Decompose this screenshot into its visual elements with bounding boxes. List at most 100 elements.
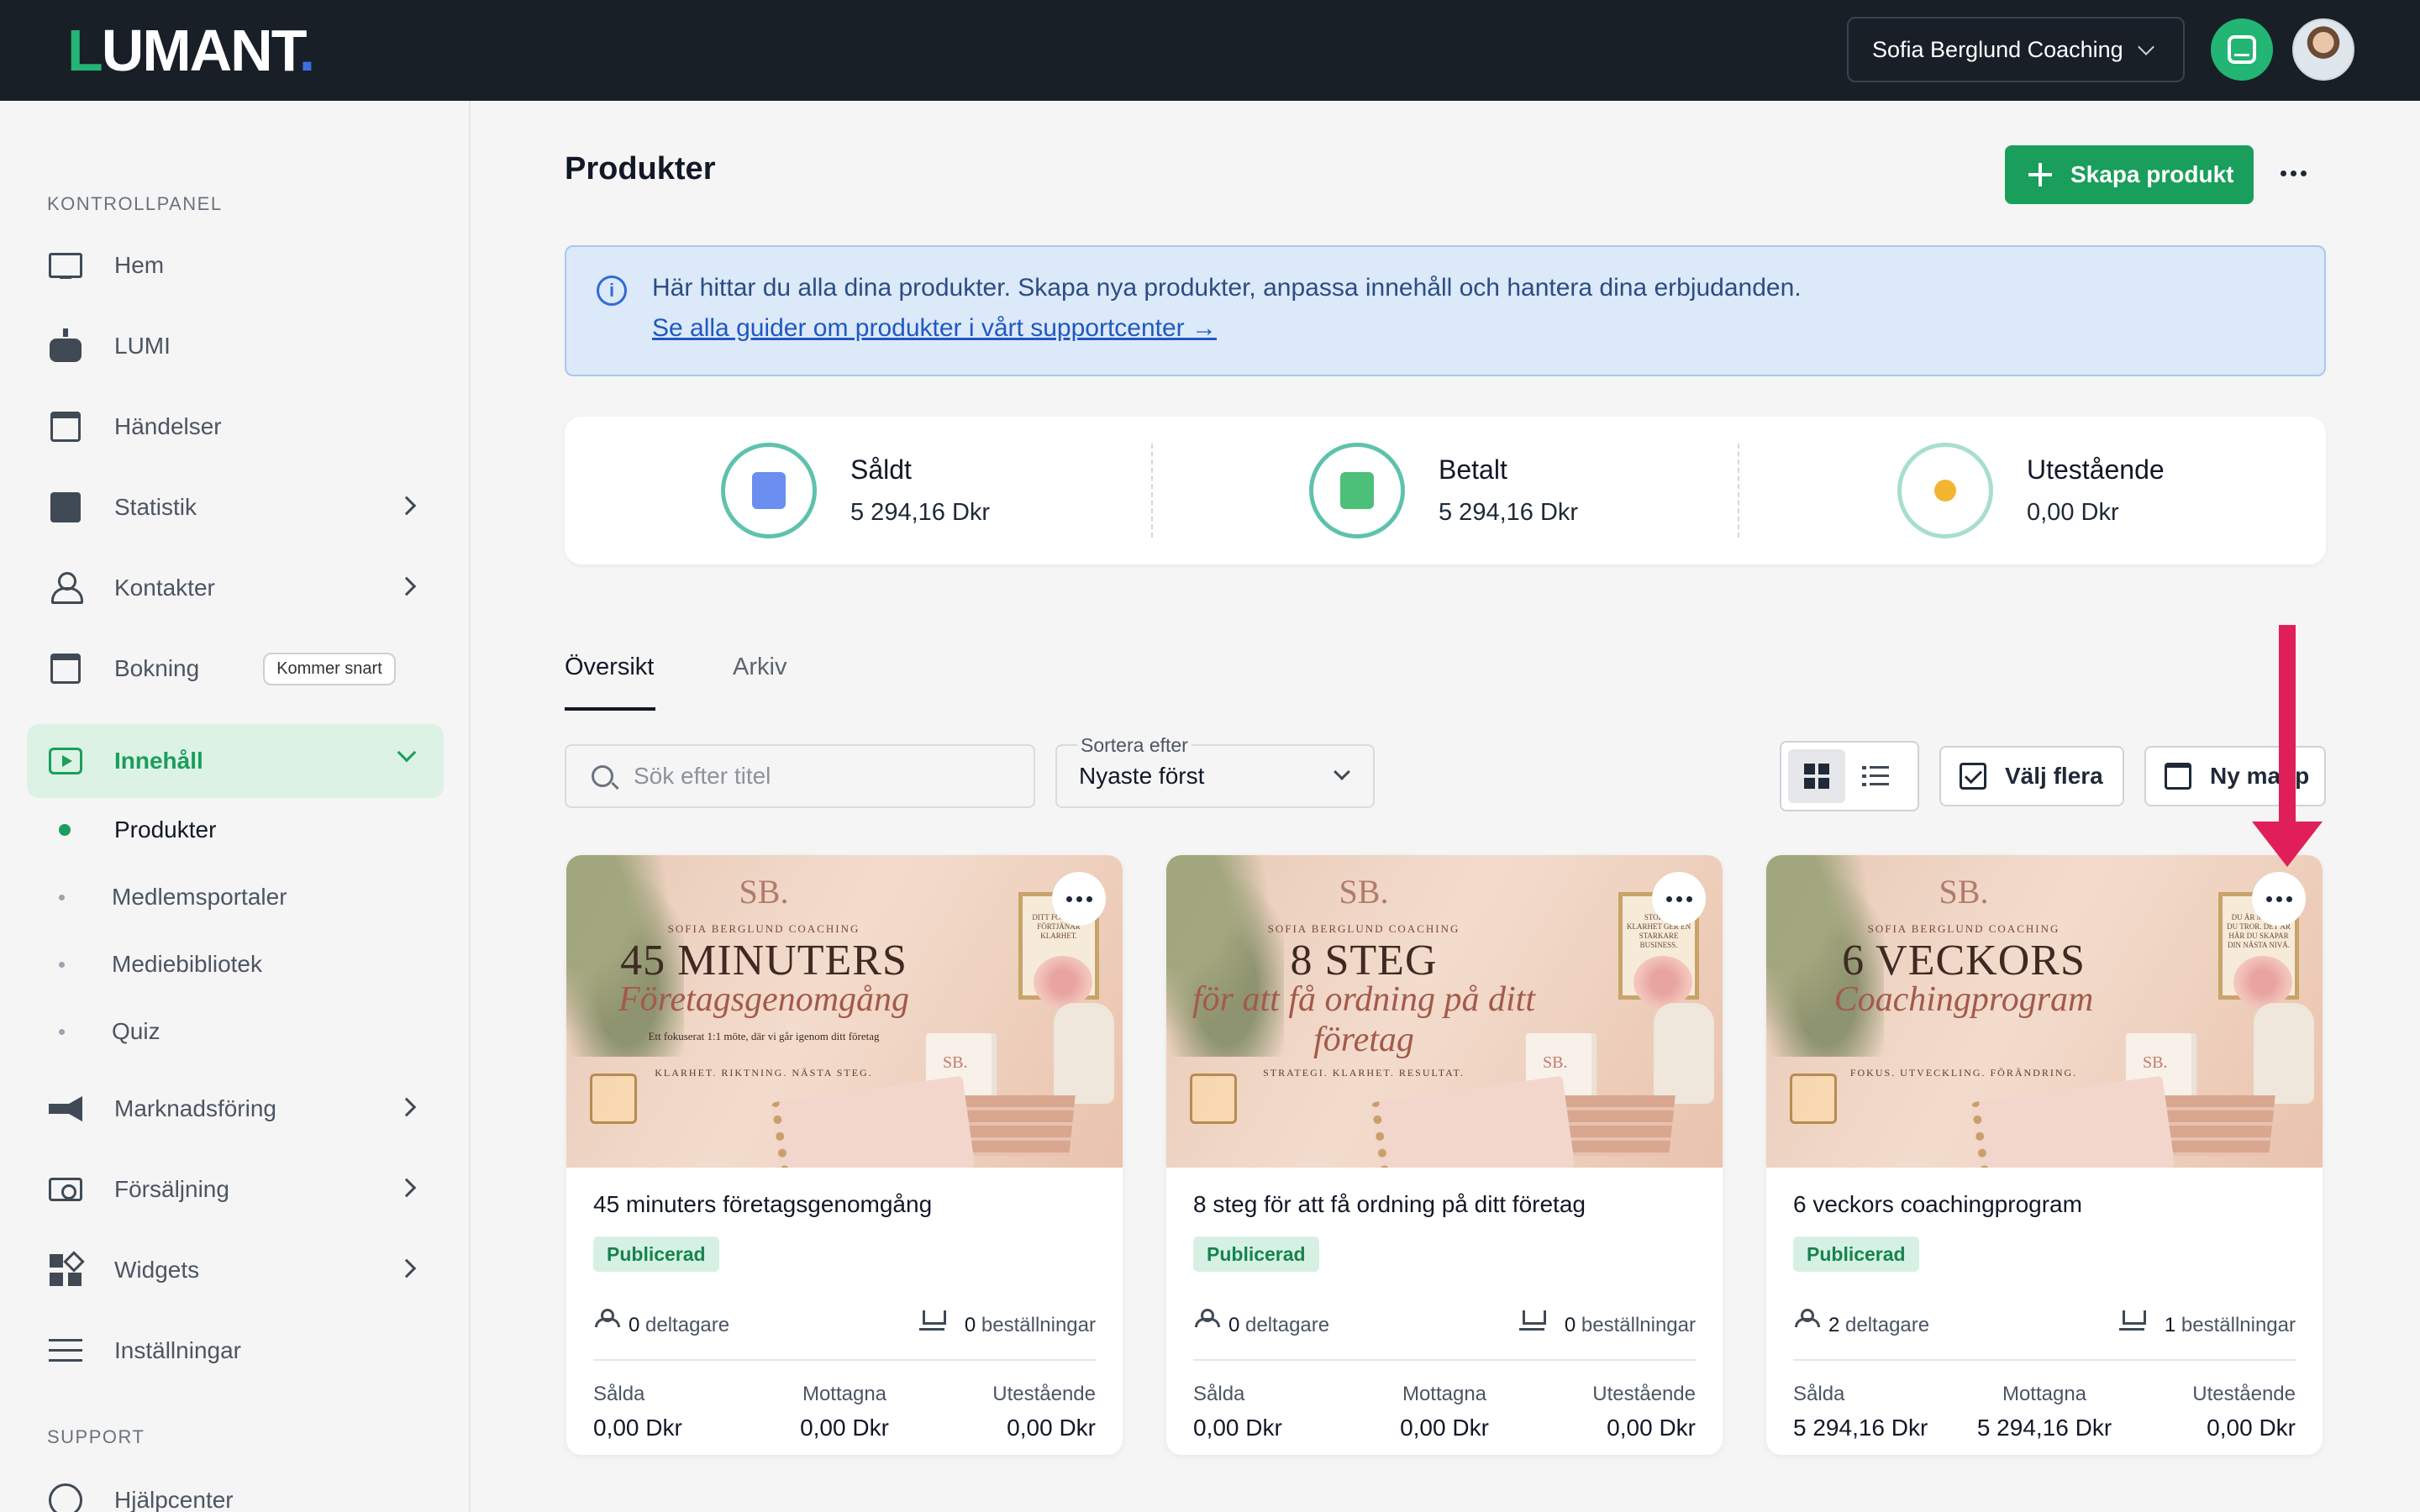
product-card[interactable]: SB. SOFIA BERGLUND COACHING 8 STEG för a… (1166, 855, 1723, 1455)
sidebar-item-label: Försäljning (114, 1176, 229, 1202)
sidebar-subitem-medlemsportaler[interactable]: Medlemsportaler (59, 884, 287, 911)
new-folder-button[interactable]: Ny mapp (2144, 746, 2326, 806)
vase-decoration (1654, 1003, 1714, 1104)
user-icon (45, 568, 86, 608)
card-more-button[interactable] (1652, 872, 1706, 926)
sidebar-item-hem[interactable]: Hem (27, 228, 444, 302)
list-view-button[interactable] (1862, 764, 1889, 788)
search-input[interactable] (634, 763, 1003, 790)
robot-icon (45, 326, 86, 366)
cart-icon (2119, 1309, 2146, 1331)
folder-plus-icon (2165, 763, 2191, 790)
participants-count: 0 deltagare (1228, 1314, 1330, 1336)
select-many-button[interactable]: Välj flera (1939, 746, 2124, 806)
sidebar-item-innehall[interactable]: Innehåll (27, 724, 444, 798)
sidebar-item-label: Widgets (114, 1257, 200, 1283)
sidebar-item-label: Innehåll (114, 748, 203, 774)
help-icon (45, 1480, 86, 1512)
calendar-clock-icon (45, 648, 86, 689)
stats-card: Såldt 5 294,16 Dkr Betalt 5 294,16 Dkr U… (565, 417, 2326, 564)
sidebar-item-hjalpcenter[interactable]: Hjälpcenter (27, 1463, 444, 1512)
sidebar-item-forsaljning[interactable]: Försäljning (27, 1152, 444, 1226)
sidebar-item-installningar[interactable]: Inställningar (27, 1314, 444, 1388)
product-image[interactable]: SB. SOFIA BERGLUND COACHING 8 STEG för a… (1166, 855, 1723, 1168)
tab-oversikt[interactable]: Översikt (565, 654, 654, 681)
product-card[interactable]: SB. SOFIA BERGLUND COACHING 45 MINUTERS … (566, 855, 1123, 1455)
product-title[interactable]: 8 steg för att få ordning på ditt företa… (1193, 1191, 1586, 1218)
chevron-right-icon (397, 576, 417, 596)
image-script: för att få ordning på ditt företag (1192, 980, 1535, 1059)
sort-label: Sortera efter (1077, 734, 1192, 757)
sidebar-item-lumi[interactable]: LUMI (27, 309, 444, 383)
subitem-label: Produkter (114, 816, 217, 843)
product-title[interactable]: 6 veckors coachingprogram (1793, 1191, 2082, 1218)
sidebar-subitem-produkter[interactable]: Produkter (59, 816, 216, 843)
chevron-right-icon (397, 496, 417, 516)
sidebar-item-label: LUMI (114, 333, 171, 359)
status-badge: Publicerad (1793, 1236, 1919, 1272)
info-icon: i (597, 276, 627, 306)
select-many-label: Välj flera (2005, 763, 2103, 789)
sidebar-item-kontakter[interactable]: Kontakter (27, 551, 444, 625)
notebook-decoration (1370, 1075, 1576, 1168)
sidebar-item-bokning[interactable]: Bokning Kommer snart (27, 632, 444, 706)
grid-view-button[interactable] (1788, 749, 1845, 803)
card-more-button[interactable] (1052, 872, 1106, 926)
chevron-right-icon (397, 1097, 417, 1117)
sidebar-item-marknadsforing[interactable]: Marknadsföring (27, 1072, 444, 1146)
product-image[interactable]: SB. SOFIA BERGLUND COACHING 6 VECKORS Co… (1766, 855, 2323, 1168)
user-avatar[interactable] (2292, 18, 2354, 81)
notebook-decoration (771, 1075, 976, 1168)
stat-sold: Såldt 5 294,16 Dkr (721, 442, 990, 539)
receipt-icon (721, 443, 817, 538)
create-product-label: Skapa produkt (2070, 161, 2234, 187)
sidebar-item-handelser[interactable]: Händelser (27, 390, 444, 464)
sidebar-section-dashboard: KONTROLLPANEL (47, 193, 223, 214)
product-title[interactable]: 45 minuters företagsgenomgång (593, 1191, 932, 1218)
status-badge: Publicerad (1193, 1236, 1319, 1272)
sidebar-subitem-mediebibliotek[interactable]: Mediebibliotek (59, 951, 262, 978)
stat-value: 5 294,16 Dkr (1439, 499, 1579, 526)
create-product-button[interactable]: Skapa produkt (2005, 145, 2254, 204)
vase-decoration (1054, 1003, 1114, 1104)
image-brand: SOFIA BERGLUND COACHING (1867, 922, 2060, 935)
annotation-arrow-shaft (2279, 625, 2296, 825)
sidebar-item-statistik[interactable]: Statistik (27, 470, 444, 544)
paid-document-icon (1309, 443, 1405, 538)
pending-clock-icon (1897, 443, 1993, 538)
megaphone-icon (45, 1089, 86, 1129)
rose-decoration (1634, 956, 1692, 1008)
stat-label: Utestående (2027, 454, 2165, 485)
image-tagline: STRATEGI. KLARHET. RESULTAT. (1263, 1067, 1465, 1079)
chat-button[interactable] (2211, 18, 2273, 81)
participants-icon (1793, 1309, 1822, 1327)
product-card[interactable]: SB. SOFIA BERGLUND COACHING 6 VECKORS Co… (1766, 855, 2323, 1455)
account-selector[interactable]: Sofia Berglund Coaching (1847, 17, 2185, 82)
image-headline: 8 STEG (1290, 937, 1438, 984)
stat-divider (1738, 444, 1739, 538)
stat-paid: Betalt 5 294,16 Dkr (1309, 442, 1578, 539)
sidebar-item-label: Marknadsföring (114, 1095, 276, 1121)
stat-value: 0,00 Dkr (2027, 499, 2119, 526)
sort-select[interactable]: Sortera efter Nyaste först (1055, 734, 1375, 808)
coming-soon-badge: Kommer snart (263, 652, 396, 685)
image-subtitle: Ett fokuserat 1:1 möte, där vi går igeno… (648, 1030, 880, 1042)
lumant-logo[interactable]: LUMANT. (67, 20, 315, 81)
candle-decoration (1790, 1074, 1837, 1124)
outstanding-label: Utestående (992, 1383, 1096, 1405)
active-tab-indicator (565, 707, 655, 711)
image-headline: 6 VECKORS (1842, 937, 2086, 984)
page-more-button[interactable] (2281, 171, 2307, 176)
card-divider (593, 1359, 1096, 1361)
chevron-right-icon (397, 1178, 417, 1198)
cart-icon (1519, 1309, 1546, 1331)
image-script: Företagsgenomgång (618, 980, 910, 1019)
support-guides-link[interactable]: Se alla guider om produkter i vårt suppo… (652, 314, 1217, 343)
product-image[interactable]: SB. SOFIA BERGLUND COACHING 45 MINUTERS … (566, 855, 1123, 1168)
search-box (565, 744, 1035, 808)
sidebar-item-widgets[interactable]: Widgets (27, 1233, 444, 1307)
tab-arkiv[interactable]: Arkiv (733, 654, 786, 681)
sidebar-subitem-quiz[interactable]: Quiz (59, 1018, 160, 1045)
card-more-button[interactable] (2252, 872, 2306, 926)
sidebar-item-label: Statistik (114, 494, 197, 520)
